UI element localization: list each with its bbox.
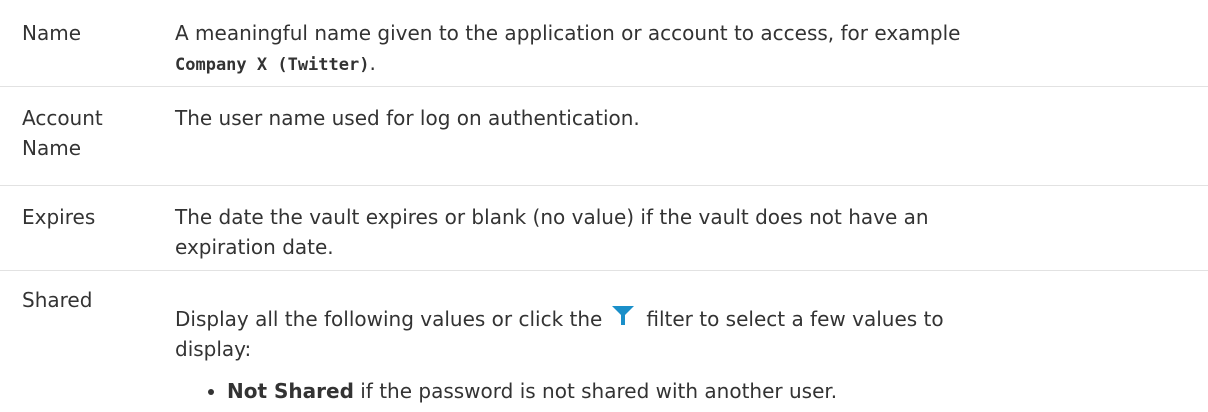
desc-shared-line2: display:	[175, 337, 252, 361]
example-code: Company X (Twitter)	[175, 55, 370, 75]
desc-shared: Display all the following values or clic…	[165, 285, 1208, 412]
list-item: Not Shared if the password is not shared…	[205, 376, 1198, 406]
desc-shared-before: Display all the following values or clic…	[175, 307, 603, 331]
term-name: Name	[22, 21, 82, 45]
desc-name-text: A meaningful name given to the applicati…	[175, 21, 961, 45]
list-item-bold: Not Shared	[227, 379, 354, 403]
table-row-shared: Shared Display all the following values …	[0, 271, 1208, 412]
desc-name-period: .	[369, 51, 376, 75]
desc-expires-line2: expiration date.	[175, 235, 334, 259]
list-item-text: if the password is not shared with anoth…	[353, 379, 838, 403]
filter-icon[interactable]	[610, 303, 636, 327]
table-row-name: Name A meaningful name given to the appl…	[0, 0, 1208, 87]
shared-values-list: Not Shared if the password is not shared…	[175, 376, 1198, 406]
term-expires: Expires	[22, 205, 96, 229]
desc-expires: The date the vault expires or blank (no …	[165, 202, 1208, 270]
desc-shared-after: filter to select a few values to	[646, 307, 944, 331]
term-shared: Shared	[22, 288, 93, 312]
table-row-expires: Expires The date the vault expires or bl…	[0, 186, 1208, 271]
desc-expires-line1: The date the vault expires or blank (no …	[175, 205, 929, 229]
term-account-name-line2: Name	[22, 136, 82, 160]
table-row-account-name: Account Name The user name used for log …	[0, 87, 1208, 186]
term-account-name: Account Name	[0, 103, 165, 185]
desc-name: A meaningful name given to the applicati…	[165, 18, 1208, 86]
desc-account-name: The user name used for log on authentica…	[175, 106, 640, 130]
desc-shared-paragraph: Display all the following values or clic…	[175, 303, 1198, 364]
definition-table: Name A meaningful name given to the appl…	[0, 0, 1208, 412]
term-account-name-line1: Account	[22, 106, 103, 130]
